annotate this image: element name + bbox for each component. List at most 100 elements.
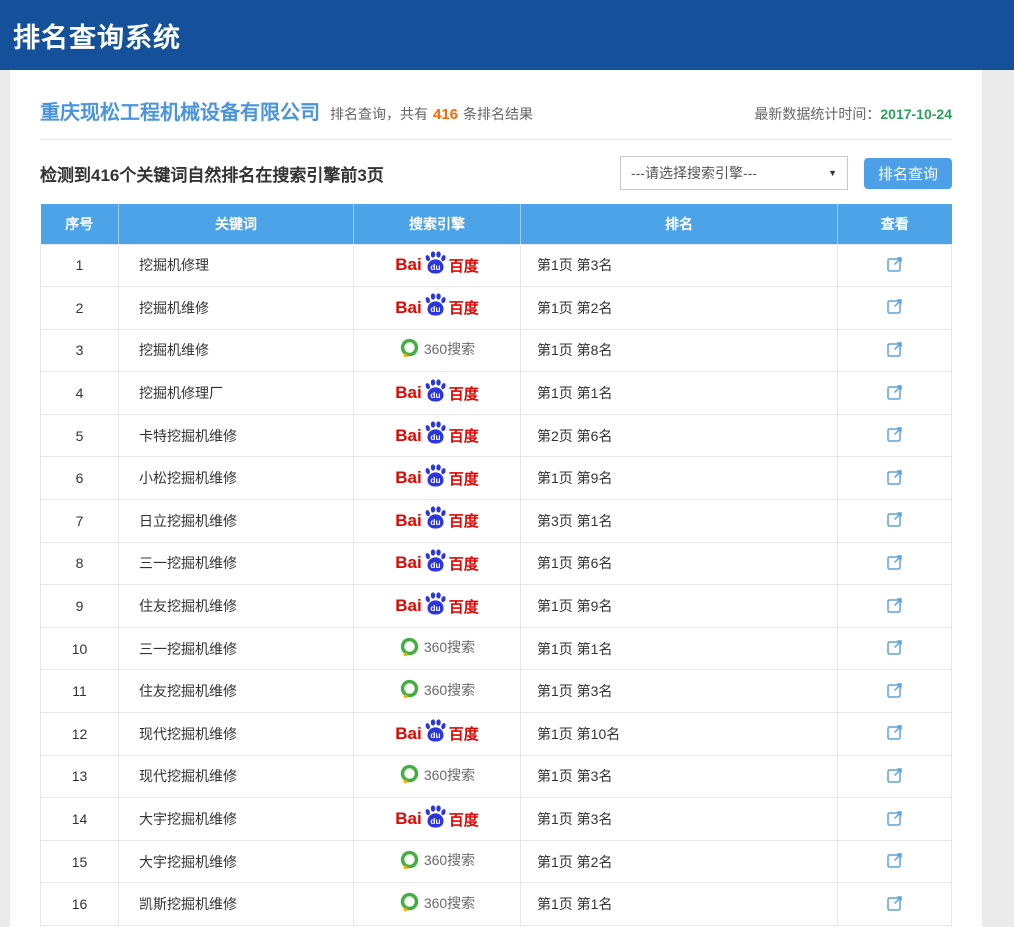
- row-keyword: 挖掘机维修: [119, 287, 354, 330]
- table-row: 4 挖掘机修理厂 Bai du 百度 第1页 第1名: [41, 372, 952, 415]
- row-keyword: 日立挖掘机维修: [119, 500, 354, 543]
- row-view-cell: [838, 287, 952, 330]
- external-link-icon: [885, 808, 905, 828]
- stats-time: 最新数据统计时间：2017-10-24: [754, 104, 952, 124]
- open-link-button[interactable]: [885, 722, 905, 742]
- app-banner: 排名查询系统: [0, 0, 1014, 70]
- baidu-logo: Bai du 百度: [395, 596, 478, 617]
- baidu-du-text: du: [430, 432, 440, 442]
- row-view-cell: [838, 372, 952, 415]
- select-placeholder: ---请选择搜索引擎---: [631, 163, 757, 183]
- row-number: 6: [41, 457, 119, 500]
- open-link-button[interactable]: [885, 424, 905, 444]
- table-body: 1 挖掘机修理 Bai du 百度 第1页 第3名: [41, 244, 952, 926]
- baidu-bai-text: Bai: [395, 298, 421, 318]
- open-link-button[interactable]: [885, 637, 905, 657]
- table-row: 15 大宇挖掘机维修 360搜索 第1页 第2名: [41, 840, 952, 883]
- open-link-button[interactable]: [885, 595, 905, 615]
- open-link-button[interactable]: [885, 850, 905, 870]
- so360-logo: 360搜索: [399, 679, 475, 700]
- baidu-paw-icon: du: [423, 420, 448, 445]
- external-link-icon: [885, 296, 905, 316]
- main-panel: 重庆现松工程机械设备有限公司 排名查询，共有416条排名结果 最新数据统计时间：…: [10, 70, 982, 927]
- toolbar: 检测到416个关键词自然排名在搜索引擎前3页 ---请选择搜索引擎--- ▼ 排…: [40, 156, 952, 190]
- table-row: 16 凯斯挖掘机维修 360搜索 第1页 第1名: [41, 883, 952, 926]
- company-name-link[interactable]: 重庆现松工程机械设备有限公司: [40, 96, 320, 125]
- baidu-bai-text: Bai: [395, 383, 421, 403]
- baidu-cn-text: 百度: [449, 468, 479, 489]
- so360-logo: 360搜索: [399, 637, 475, 658]
- row-number: 1: [41, 244, 119, 287]
- so360-logo: 360搜索: [399, 338, 475, 359]
- external-link-icon: [885, 893, 905, 913]
- external-link-icon: [885, 339, 905, 359]
- baidu-paw-icon: du: [423, 591, 448, 616]
- baidu-cn-text: 百度: [449, 596, 479, 617]
- so360-ring-icon: [399, 637, 420, 658]
- baidu-paw-icon: du: [423, 804, 448, 829]
- baidu-du-text: du: [430, 262, 440, 272]
- row-engine-cell: 360搜索: [354, 670, 521, 713]
- baidu-paw-icon: du: [423, 463, 448, 488]
- row-view-cell: [838, 755, 952, 798]
- row-engine-cell: Bai du 百度: [354, 713, 521, 756]
- row-engine-cell: Bai du 百度: [354, 542, 521, 585]
- open-link-button[interactable]: [885, 552, 905, 572]
- column-header-view: 查看: [838, 204, 952, 244]
- external-link-icon: [885, 254, 905, 274]
- baidu-bai-text: Bai: [395, 724, 421, 744]
- row-rank: 第1页 第2名: [521, 287, 838, 330]
- open-link-button[interactable]: [885, 339, 905, 359]
- baidu-paw-icon: du: [423, 378, 448, 403]
- row-number: 12: [41, 713, 119, 756]
- baidu-logo: Bai du 百度: [395, 297, 478, 318]
- column-header-engine: 搜索引擎: [354, 204, 521, 244]
- row-keyword: 住友挖掘机维修: [119, 585, 354, 628]
- baidu-logo: Bai du 百度: [395, 255, 478, 276]
- table-row: 5 卡特挖掘机维修 Bai du 百度 第2页 第6名: [41, 414, 952, 457]
- external-link-icon: [885, 467, 905, 487]
- row-rank: 第1页 第3名: [521, 244, 838, 287]
- row-keyword: 大宇挖掘机维修: [119, 840, 354, 883]
- row-number: 9: [41, 585, 119, 628]
- row-keyword: 三一挖掘机维修: [119, 542, 354, 585]
- open-link-button[interactable]: [885, 680, 905, 700]
- table-row: 9 住友挖掘机维修 Bai du 百度 第1页 第9名: [41, 585, 952, 628]
- row-view-cell: [838, 542, 952, 585]
- search-engine-select[interactable]: ---请选择搜索引擎--- ▼: [620, 156, 848, 190]
- open-link-button[interactable]: [885, 382, 905, 402]
- row-keyword: 挖掘机修理厂: [119, 372, 354, 415]
- row-rank: 第1页 第10名: [521, 713, 838, 756]
- column-header-no: 序号: [41, 204, 119, 244]
- open-link-button[interactable]: [885, 893, 905, 913]
- so360-label: 360搜索: [424, 680, 475, 700]
- open-link-button[interactable]: [885, 467, 905, 487]
- row-rank: 第2页 第6名: [521, 414, 838, 457]
- row-rank: 第1页 第6名: [521, 542, 838, 585]
- so360-label: 360搜索: [424, 339, 475, 359]
- baidu-cn-text: 百度: [449, 553, 479, 574]
- open-link-button[interactable]: [885, 254, 905, 274]
- so360-logo: 360搜索: [399, 850, 475, 871]
- baidu-du-text: du: [430, 475, 440, 485]
- row-keyword: 三一挖掘机维修: [119, 627, 354, 670]
- so360-label: 360搜索: [424, 850, 475, 870]
- row-number: 14: [41, 798, 119, 841]
- so360-ring-icon: [399, 850, 420, 871]
- rank-query-button[interactable]: 排名查询: [864, 158, 952, 189]
- table-row: 2 挖掘机维修 Bai du 百度 第1页 第2名: [41, 287, 952, 330]
- row-rank: 第1页 第9名: [521, 585, 838, 628]
- baidu-cn-text: 百度: [449, 255, 479, 276]
- open-link-button[interactable]: [885, 765, 905, 785]
- row-rank: 第1页 第1名: [521, 372, 838, 415]
- open-link-button[interactable]: [885, 509, 905, 529]
- row-keyword: 卡特挖掘机维修: [119, 414, 354, 457]
- baidu-du-text: du: [430, 390, 440, 400]
- open-link-button[interactable]: [885, 296, 905, 316]
- open-link-button[interactable]: [885, 808, 905, 828]
- row-rank: 第1页 第1名: [521, 627, 838, 670]
- so360-logo: 360搜索: [399, 764, 475, 785]
- summary-text: 排名查询，共有416条排名结果: [330, 104, 533, 124]
- stats-date: 2017-10-24: [880, 106, 952, 122]
- row-engine-cell: 360搜索: [354, 883, 521, 926]
